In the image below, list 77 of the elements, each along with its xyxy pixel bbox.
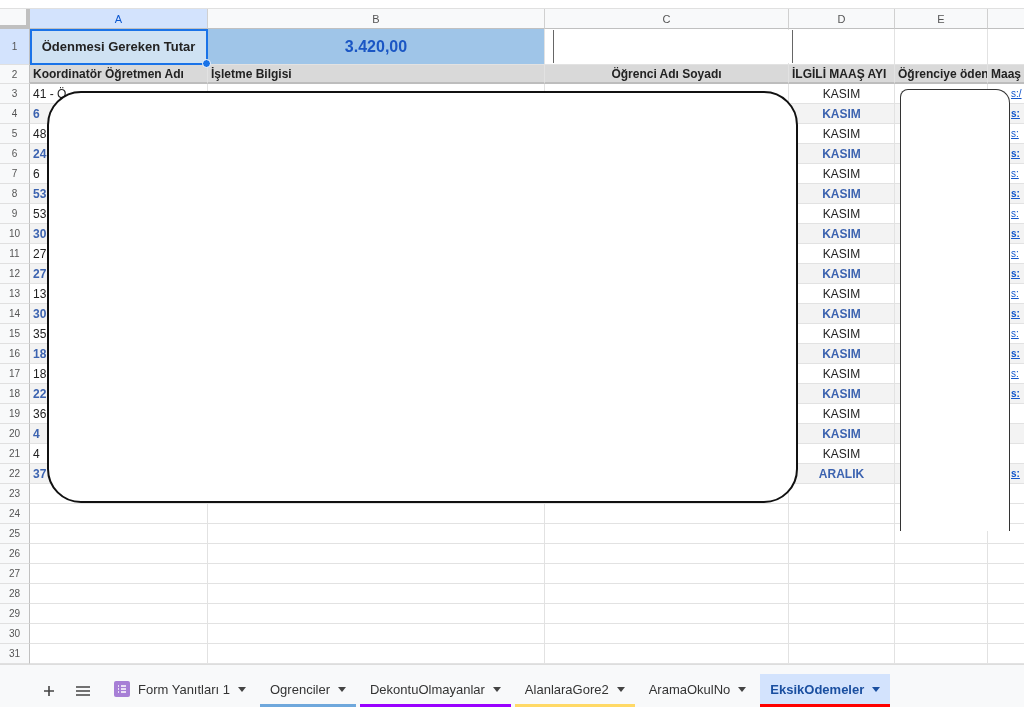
caret-icon [492, 686, 501, 692]
sheet-tab[interactable]: Form Yanıtları 1 [104, 674, 256, 707]
row-number: 28 [0, 584, 30, 604]
column-header[interactable]: B [208, 9, 545, 29]
row-number: 12 [0, 264, 30, 284]
row-number: 30 [0, 624, 30, 644]
row-number: 2 [0, 65, 30, 84]
row-number: 10 [0, 224, 30, 244]
link[interactable]: s: [1011, 348, 1020, 359]
row-number: 19 [0, 404, 30, 424]
sheet-tab[interactable]: Ogrenciler [260, 674, 356, 707]
row-number: 31 [0, 644, 30, 664]
sheet-tab[interactable]: EksikOdemeler [760, 674, 891, 707]
column-header[interactable]: A [30, 9, 208, 29]
form-icon [114, 681, 130, 697]
link[interactable]: s: [1011, 328, 1019, 339]
link[interactable]: s: [1011, 468, 1020, 479]
link[interactable]: s:/ [1011, 88, 1022, 99]
caret-icon [238, 686, 246, 692]
select-all-corner[interactable] [0, 9, 30, 29]
header-cell: İşletme Bilgisi [208, 65, 545, 84]
table-cell: Ödenmesi Gereken Tutar [30, 29, 208, 65]
link[interactable]: s: [1011, 188, 1020, 199]
link[interactable]: s: [1011, 268, 1020, 279]
row-number: 14 [0, 304, 30, 324]
caret-icon [337, 686, 346, 692]
sheet-tab[interactable]: AlanlaraGore2 [514, 674, 635, 707]
header-cell: Maaş [988, 65, 1024, 84]
link[interactable]: s: [1011, 228, 1020, 239]
row-number: 25 [0, 524, 30, 544]
link[interactable]: s: [1011, 108, 1020, 119]
row-number: 1 [0, 29, 30, 65]
link[interactable]: s: [1011, 288, 1019, 299]
row-number: 8 [0, 184, 30, 204]
row-number: 4 [0, 104, 30, 124]
header-cell: Öğrenciye öden [895, 65, 988, 84]
row-number: 7 [0, 164, 30, 184]
horizontal-scrollbar[interactable] [0, 664, 1024, 674]
row-number: 15 [0, 324, 30, 344]
row-number: 26 [0, 544, 30, 564]
sheet-tab[interactable]: AramaOkulNo [638, 674, 757, 707]
link[interactable]: s: [1011, 368, 1019, 379]
row-number: 29 [0, 604, 30, 624]
header-cell: Öğrenci Adı Soyadı [545, 65, 789, 84]
sheet-tab[interactable]: DekontuOlmayanlar [359, 674, 511, 707]
row-number: 16 [0, 344, 30, 364]
row-number: 24 [0, 504, 30, 524]
table-cell: 3.420,00 [208, 29, 545, 65]
header-cell: Koordinatör Öğretmen Adı [30, 65, 208, 84]
link[interactable]: s: [1011, 128, 1019, 139]
row-number: 21 [0, 444, 30, 464]
row-number: 22 [0, 464, 30, 484]
table-cell: KASIM [789, 104, 895, 124]
row-number: 17 [0, 364, 30, 384]
row-number: 13 [0, 284, 30, 304]
caret-icon [738, 686, 747, 692]
row-number: 6 [0, 144, 30, 164]
row-number: 23 [0, 484, 30, 504]
caret-icon [616, 686, 625, 692]
column-header[interactable]: E [895, 9, 988, 29]
link[interactable]: s: [1011, 208, 1019, 219]
row-number: 27 [0, 564, 30, 584]
link[interactable]: s: [1011, 388, 1020, 399]
row-number: 18 [0, 384, 30, 404]
row-number: 20 [0, 424, 30, 444]
column-header[interactable]: C [545, 9, 789, 29]
row-number: 11 [0, 244, 30, 264]
link[interactable]: s: [1011, 148, 1020, 159]
link[interactable]: s: [1011, 248, 1019, 259]
link[interactable]: s: [1011, 308, 1020, 319]
row-number: 9 [0, 204, 30, 224]
header-cell: İLGİLİ MAAŞ AYI [789, 65, 895, 84]
row-number: 3 [0, 84, 30, 104]
column-header[interactable]: D [789, 9, 895, 29]
row-number: 5 [0, 124, 30, 144]
link[interactable]: s: [1011, 168, 1019, 179]
caret-icon [872, 686, 881, 692]
